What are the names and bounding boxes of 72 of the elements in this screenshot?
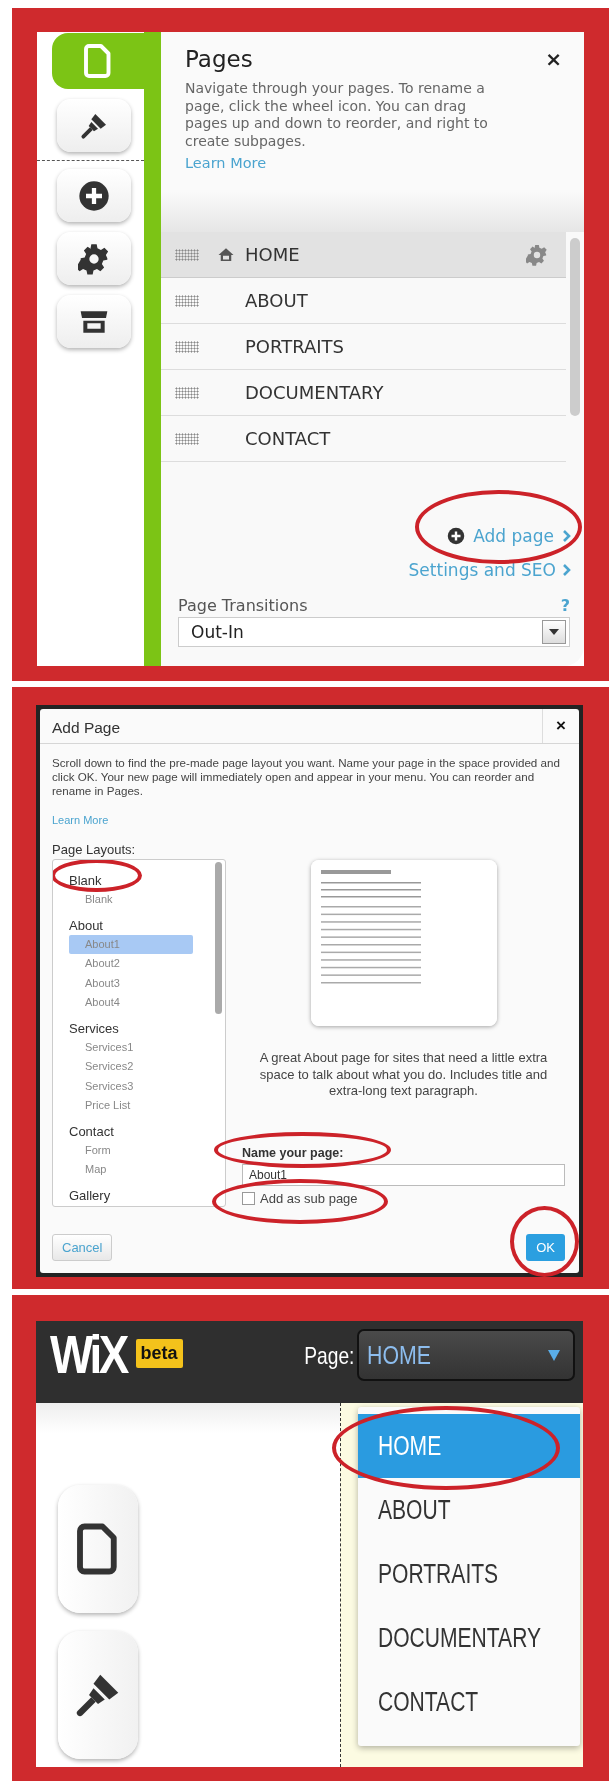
subpage-checkbox[interactable] bbox=[242, 1191, 255, 1205]
page-select[interactable]: HOME bbox=[357, 1329, 575, 1381]
layout-description: A great About page for sites that need a little extra space to talk about what you do. Includes title and extra-long text paragraph. bbox=[258, 1050, 549, 1100]
settings-seo-link[interactable]: Settings and SEO bbox=[408, 560, 572, 580]
layout-item[interactable]: About4 bbox=[69, 993, 193, 1013]
name-label: Name your page: bbox=[242, 1145, 344, 1160]
subpage-label: Add as sub page bbox=[260, 1190, 358, 1206]
transitions-label: Page Transitions bbox=[178, 596, 308, 615]
layout-item[interactable]: Price List bbox=[69, 1096, 193, 1116]
caret-icon bbox=[549, 629, 559, 635]
transition-select[interactable]: Out-In bbox=[178, 617, 570, 647]
layout-item[interactable]: Blank bbox=[69, 890, 193, 910]
close-button[interactable]: × bbox=[545, 47, 562, 71]
close-button[interactable]: × bbox=[542, 709, 579, 743]
page-name-field[interactable]: About1 bbox=[242, 1163, 565, 1186]
dropdown-option[interactable]: DOCUMENTARY bbox=[358, 1606, 580, 1670]
tool-button[interactable] bbox=[58, 1485, 138, 1613]
plus-icon bbox=[447, 527, 466, 545]
caret-icon bbox=[547, 1348, 561, 1362]
layout-group: Contact bbox=[69, 1123, 114, 1139]
dropdown-option[interactable]: PORTRAITS bbox=[358, 1542, 580, 1606]
gear-icon bbox=[78, 242, 110, 275]
drag-handle-icon[interactable] bbox=[175, 248, 199, 261]
chevron-icon bbox=[562, 563, 572, 577]
page-row[interactable]: ABOUT bbox=[161, 278, 566, 324]
layouts-label: Page Layouts: bbox=[52, 842, 137, 857]
layout-item[interactable]: About3 bbox=[69, 973, 193, 993]
dropdown-option[interactable]: CONTACT bbox=[358, 1670, 580, 1734]
gear-icon bbox=[526, 243, 548, 266]
dialog-description: Scroll down to find the pre-made page layout you want. Name your page in the space provided and click OK. Your new page will immediately open and appear in your menu. You can reorder and rename in Pages. bbox=[52, 756, 561, 798]
drag-handle-icon[interactable] bbox=[175, 386, 199, 399]
layout-item[interactable]: Services1 bbox=[69, 1037, 193, 1057]
dialog-title: Add Page bbox=[51, 718, 122, 738]
layout-item[interactable]: Services3 bbox=[69, 1076, 193, 1096]
drag-handle-icon[interactable] bbox=[175, 340, 199, 353]
layout-group: About bbox=[69, 917, 103, 933]
layout-group: Blank bbox=[69, 873, 102, 888]
scrollbar-thumb[interactable] bbox=[215, 862, 222, 1014]
chevron-icon bbox=[562, 529, 572, 543]
layout-item[interactable]: About1 bbox=[69, 934, 193, 954]
tool-tab[interactable] bbox=[57, 169, 131, 222]
logo[interactable]: WiX bbox=[50, 1323, 127, 1385]
dropdown-option[interactable]: ABOUT bbox=[358, 1478, 580, 1542]
layout-item[interactable]: About2 bbox=[69, 954, 193, 974]
help-link[interactable]: ? bbox=[560, 596, 570, 615]
panel-title: Pages bbox=[185, 46, 253, 72]
scrollbar-thumb[interactable] bbox=[570, 238, 580, 416]
panel-description: Navigate through your pages. To rename a page, click the wheel icon. You can drag pages up and down to reorder, and right to create subpages. bbox=[185, 80, 489, 151]
add-page-link[interactable]: Add page bbox=[447, 526, 572, 546]
page-row[interactable]: HOME bbox=[161, 232, 566, 278]
page-label: Page: bbox=[304, 1342, 355, 1370]
page-row[interactable]: PORTRAITS bbox=[161, 324, 566, 370]
drag-handle-icon[interactable] bbox=[175, 294, 199, 307]
ok-button[interactable]: OK bbox=[526, 1234, 565, 1261]
layout-group: Gallery bbox=[69, 1187, 111, 1203]
tool-tab[interactable] bbox=[57, 232, 131, 285]
tool-tab[interactable] bbox=[57, 99, 131, 152]
page-row[interactable]: CONTACT bbox=[161, 416, 566, 462]
page-row[interactable]: DOCUMENTARY bbox=[161, 370, 566, 416]
dropdown-option[interactable]: HOME bbox=[358, 1414, 580, 1478]
tool-button[interactable] bbox=[58, 1631, 138, 1759]
drag-handle-icon[interactable] bbox=[175, 432, 199, 445]
layout-item[interactable]: Form bbox=[69, 1140, 193, 1160]
learn-more-link[interactable]: Learn More bbox=[185, 155, 267, 172]
learn-more-link[interactable]: Learn More bbox=[52, 814, 109, 826]
layout-group: Services bbox=[69, 1020, 119, 1036]
layout-item[interactable]: Map bbox=[69, 1160, 193, 1180]
beta-badge: beta bbox=[135, 1338, 183, 1368]
layout-item[interactable]: Services2 bbox=[69, 1057, 193, 1077]
plus-icon bbox=[78, 179, 110, 212]
tool-tab[interactable] bbox=[57, 295, 131, 348]
cancel-button[interactable]: Cancel bbox=[52, 1234, 113, 1261]
